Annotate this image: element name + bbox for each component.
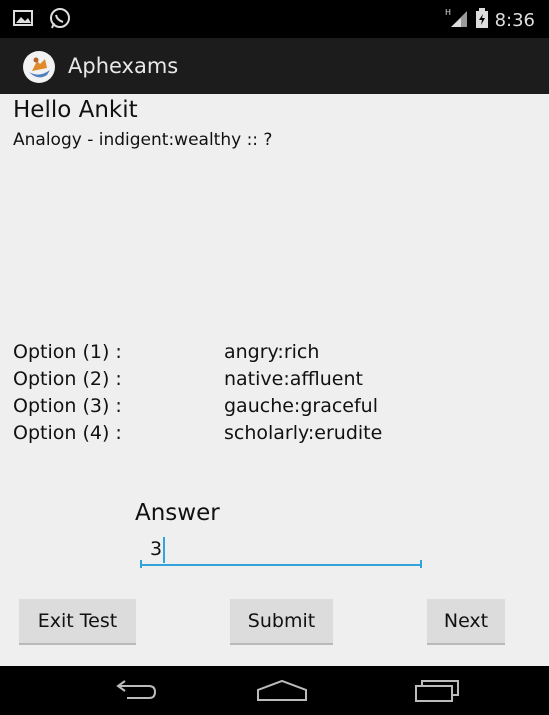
recent-apps-icon[interactable] bbox=[408, 674, 468, 706]
status-bar: H 8:36 bbox=[0, 0, 549, 38]
svg-text:H: H bbox=[445, 8, 451, 17]
option-value-2: native:affluent bbox=[224, 368, 363, 390]
navigation-bar bbox=[0, 666, 549, 715]
option-value-1: angry:rich bbox=[224, 341, 320, 363]
input-underline-right-tick bbox=[420, 560, 422, 568]
app-title: Aphexams bbox=[68, 54, 179, 78]
text-cursor bbox=[163, 537, 165, 563]
greeting-text: Hello Ankit bbox=[13, 97, 138, 123]
input-underline-left-tick bbox=[140, 560, 142, 568]
action-bar: Aphexams bbox=[0, 38, 549, 94]
signal-icon: H bbox=[445, 7, 469, 34]
back-icon[interactable] bbox=[105, 674, 165, 706]
question-text: Analogy - indigent:wealthy :: ? bbox=[13, 130, 273, 150]
question-screen: Hello Ankit Analogy - indigent:wealthy :… bbox=[0, 94, 549, 666]
answer-input[interactable] bbox=[140, 534, 422, 566]
option-label-1: Option (1) : bbox=[13, 341, 122, 363]
whatsapp-notification-icon bbox=[48, 7, 72, 35]
exit-test-button[interactable]: Exit Test bbox=[19, 599, 136, 643]
next-button[interactable]: Next bbox=[427, 599, 505, 643]
clock-text: 8:36 bbox=[494, 10, 535, 31]
battery-icon bbox=[475, 7, 489, 34]
gallery-notification-icon bbox=[12, 7, 34, 35]
app-logo-icon[interactable] bbox=[22, 50, 56, 84]
option-label-3: Option (3) : bbox=[13, 395, 122, 417]
option-value-3: gauche:graceful bbox=[224, 395, 378, 417]
option-value-4: scholarly:erudite bbox=[224, 422, 383, 444]
home-icon[interactable] bbox=[252, 674, 312, 706]
submit-button[interactable]: Submit bbox=[230, 599, 333, 643]
option-label-2: Option (2) : bbox=[13, 368, 122, 390]
option-label-4: Option (4) : bbox=[13, 422, 122, 444]
answer-label: Answer bbox=[135, 500, 220, 526]
